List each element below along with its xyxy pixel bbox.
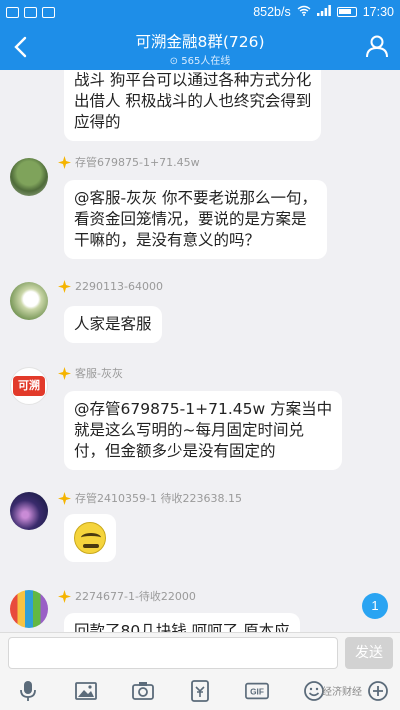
message-text: 看资金回笼情况，要说的是方案是 xyxy=(74,210,307,228)
message-bubble[interactable]: 人家是客服 xyxy=(64,306,162,343)
rank-diamond-icon xyxy=(58,366,71,380)
online-count: ⊙ 565人在线 xyxy=(80,52,320,67)
status-bar: 852b/s 17:30 xyxy=(0,0,400,24)
message-text: 应得的 xyxy=(74,113,121,131)
microphone-icon xyxy=(20,681,36,701)
camera-button[interactable] xyxy=(131,680,155,702)
message-text: 人家是客服 xyxy=(74,315,152,333)
wifi-icon xyxy=(297,5,311,19)
sender-meta: 客服-灰灰 xyxy=(58,365,123,381)
back-button[interactable] xyxy=(6,32,36,62)
message-bubble[interactable]: @客服-灰灰 你不要老说那么一句， 看资金回笼情况，要说的是方案是 干嘛的，是没… xyxy=(64,180,328,259)
group-members-button[interactable] xyxy=(364,33,390,59)
avatar[interactable] xyxy=(10,282,48,320)
message-input[interactable] xyxy=(8,637,338,669)
message-text: 出借人 积极战斗的人也终究会得到 xyxy=(74,92,312,110)
message-bubble[interactable]: 回款了80几块钱 呵呵了 原本应 xyxy=(64,613,300,632)
online-dot-icon: ⊙ xyxy=(169,56,179,67)
avatar[interactable] xyxy=(10,590,48,628)
message-text: @客服-灰灰 你不要老说那么一句， xyxy=(74,189,318,207)
message-text: 干嘛的，是没有意义的吗？ xyxy=(74,231,261,249)
status-notification-icons xyxy=(6,6,55,18)
more-button[interactable] xyxy=(366,680,390,702)
image-button[interactable] xyxy=(74,680,98,702)
sender-meta: 存管2410359-1 待收223638.15 xyxy=(58,490,242,506)
image-icon xyxy=(24,6,37,18)
unread-badge[interactable]: 1 xyxy=(362,593,388,619)
message-text: 就是这么写明的~每月固定时间兑 xyxy=(74,421,304,439)
chat-header: 可溯金融8群(726) ⊙ 565人在线 xyxy=(0,24,400,70)
sender-name: 客服-灰灰 xyxy=(75,367,123,380)
online-count-label: 565人在线 xyxy=(181,56,231,67)
status-right: 852b/s 17:30 xyxy=(253,5,394,19)
input-bar: 发送 xyxy=(0,632,400,672)
red-packet-button[interactable] xyxy=(188,680,212,702)
red-packet-icon xyxy=(191,680,209,702)
rank-diamond-icon xyxy=(58,155,71,169)
avatar[interactable] xyxy=(10,158,48,196)
sender-name: 存管2410359-1 待收223638.15 xyxy=(75,492,242,505)
gif-label: GIF xyxy=(250,687,264,697)
avatar-logo-text: 可溯 xyxy=(13,376,45,396)
sender-name: 2290113-64000 xyxy=(75,280,163,293)
group-title: 可溯金融8群(726) xyxy=(135,33,265,51)
signal-icon xyxy=(316,5,331,19)
message-text: 回款了80几块钱 呵呵了 原本应 xyxy=(74,622,290,632)
message-bubble[interactable]: @存管679875-1+71.45w 方案当中 就是这么写明的~每月固定时间兑 … xyxy=(64,391,343,470)
sender-name: 存管679875-1+71.45w xyxy=(75,156,200,169)
message-text: 战斗 狗平台可以通过各种方式分化 xyxy=(74,71,312,89)
rank-diamond-icon xyxy=(58,491,71,505)
plus-circle-icon xyxy=(368,681,388,701)
sender-meta: 存管679875-1+71.45w xyxy=(58,154,200,170)
message-text: @存管679875-1+71.45w 方案当中 xyxy=(74,400,333,418)
image-icon xyxy=(75,682,97,700)
watermark: 经济财经 xyxy=(322,687,362,698)
net-speed: 852b/s xyxy=(253,5,291,19)
sender-meta: 2274677-1-待收22000 xyxy=(58,588,196,604)
avatar[interactable] xyxy=(10,492,48,530)
sender-name: 2274677-1-待收22000 xyxy=(75,590,196,603)
camera-icon xyxy=(132,682,154,700)
rank-diamond-icon xyxy=(58,280,71,293)
sender-meta: 2290113-64000 xyxy=(58,280,163,293)
message-bubble[interactable]: 战斗 狗平台可以通过各种方式分化 出借人 积极战斗的人也终究会得到 应得的 xyxy=(64,70,322,141)
avatar[interactable]: 可溯 xyxy=(10,367,48,405)
chevron-left-icon xyxy=(14,36,27,58)
user-icon xyxy=(366,35,388,58)
clock: 17:30 xyxy=(362,5,394,19)
battery-icon xyxy=(336,7,357,17)
send-button[interactable]: 发送 xyxy=(345,637,393,669)
grinning-emoji-icon xyxy=(74,522,106,554)
message-icon xyxy=(6,6,19,18)
voice-button[interactable] xyxy=(16,680,40,702)
gif-icon: GIF xyxy=(245,682,269,700)
gif-button[interactable]: GIF xyxy=(245,680,271,702)
message-list[interactable]: 战斗 狗平台可以通过各种方式分化 出借人 积极战斗的人也终究会得到 应得的 存管… xyxy=(0,70,400,632)
rank-diamond-icon xyxy=(58,589,71,603)
message-text: 付，但金额多少是没有固定的 xyxy=(74,442,276,460)
message-bubble[interactable] xyxy=(64,514,116,562)
mail-icon xyxy=(42,6,55,18)
